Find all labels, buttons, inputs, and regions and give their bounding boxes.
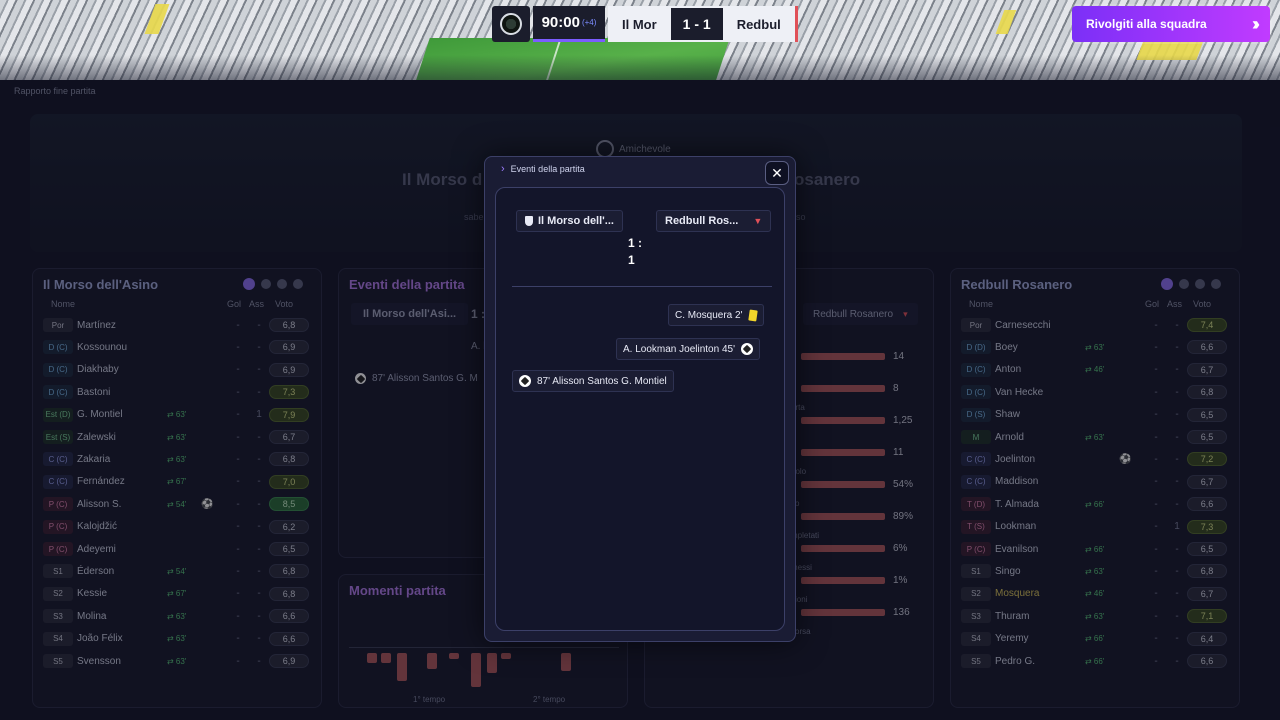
match-events-modal: › Eventi della partita ✕ Il Morso dell'.… [484,156,796,642]
modal-home-team-name: Il Morso dell'... [538,215,614,227]
score: 1 - 1 [670,8,723,40]
modal-content: Il Morso dell'... 1 : 1 Redbull Ros... ▼… [495,187,785,631]
modal-home-team: Il Morso dell'... [516,210,623,232]
yellow-card-icon [747,308,758,322]
ball-icon [519,375,531,387]
event-goal-away: A. Lookman Joelinton 45' [616,338,760,360]
chevron-right-icon: › [501,163,505,175]
score-strip: Il Mor 1 - 1 Redbul [608,6,798,42]
event-text: 87' Alisson Santos G. Montiel [537,375,667,387]
modal-away-team-select[interactable]: Redbull Ros... ▼ [656,210,772,232]
competition-logo [492,6,530,42]
modal-away-team-name: Redbull Ros... [665,215,739,227]
event-text: A. Lookman Joelinton 45' [623,343,735,355]
added-time: (+4) [581,18,597,27]
crest-icon [500,13,522,35]
match-time: 90:00 [541,14,580,31]
modal-score-top: 1 : [628,236,643,250]
stand-seats-yellow [144,4,170,34]
event-yellow-card: C. Mosquera 2' [668,304,764,326]
event-goal-home: 87' Alisson Santos G. Montiel [512,370,674,392]
scoreboard: 90:00 (+4) Il Mor 1 - 1 Redbul [492,6,798,42]
double-chevron-right-icon: ›› [1252,13,1260,34]
event-text: C. Mosquera 2' [675,309,743,321]
match-clock: 90:00 (+4) [533,6,605,42]
ball-icon [740,343,753,355]
stand-shadow [0,55,1280,80]
divider [512,286,772,287]
close-button[interactable]: ✕ [765,161,789,185]
modal-title: Eventi della partita [510,164,585,174]
shield-icon [525,216,533,226]
modal-header: › Eventi della partita [501,163,585,175]
talk-to-team-button[interactable]: Rivolgiti alla squadra ›› [1072,6,1270,42]
away-team-short: Redbul [736,16,781,32]
talk-to-team-label: Rivolgiti alla squadra [1086,17,1207,31]
modal-score: 1 : 1 [628,235,642,269]
stand-seats-yellow [995,10,1017,34]
chevron-down-icon: ▼ [753,216,763,226]
home-team-short: Il Mor [622,16,657,32]
close-icon: ✕ [771,164,783,181]
modal-score-bottom: 1 [628,253,635,267]
